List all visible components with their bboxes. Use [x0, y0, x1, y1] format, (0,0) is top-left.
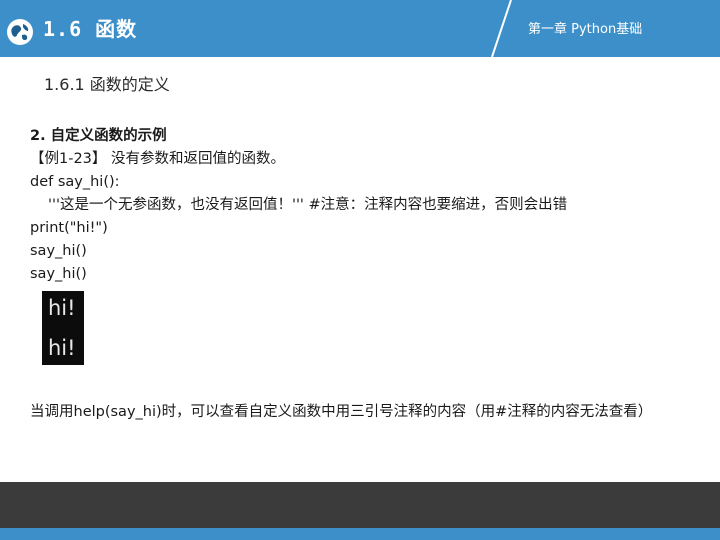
chapter-title: 第一章 Python基础 [528, 22, 643, 37]
section-title: 1.6 函数 [43, 17, 138, 41]
slide-content: 2. 自定义函数的示例 【例1-23】 没有参数和返回值的函数。 def say… [30, 125, 690, 286]
footer-bar [0, 482, 720, 528]
console-output-image: hi! hi! [42, 291, 84, 365]
content-heading: 2. 自定义函数的示例 [30, 128, 167, 144]
slide-header: 1.6 函数 第一章 Python基础 [0, 0, 720, 57]
console-output-line: hi! [48, 336, 76, 360]
code-line: def say_hi(): [30, 174, 120, 190]
code-line: say_hi() [30, 266, 87, 282]
code-line: say_hi() [30, 243, 87, 259]
help-note: 当调用help(say_hi)时，可以查看自定义函数中用三引号注释的内容（用#注… [30, 404, 653, 420]
code-line: print("hi!") [30, 220, 108, 236]
header-divider [491, 0, 521, 57]
example-label: 【例1-23】 没有参数和返回值的函数。 [30, 151, 286, 167]
subsection-title: 1.6.1 函数的定义 [44, 75, 170, 94]
code-line: '''这是一个无参函数，也没有返回值！''' #注意：注释内容也要缩进，否则会出… [48, 197, 568, 213]
console-output-line: hi! [48, 296, 76, 320]
footer-accent [0, 528, 720, 540]
globe-icon [7, 19, 33, 45]
